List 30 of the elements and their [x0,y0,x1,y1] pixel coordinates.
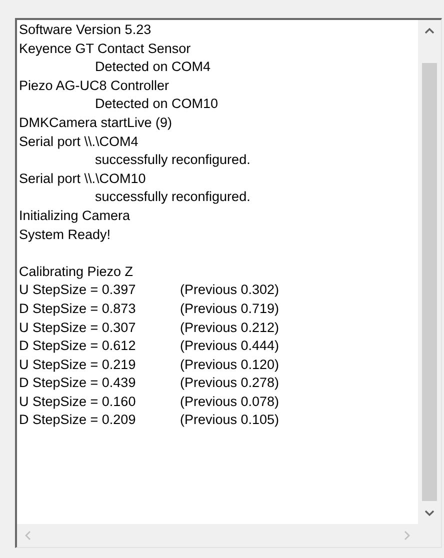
log-line: DMKCamera startLive (9) [19,114,172,132]
log-line: Serial port \\.\COM10 [19,170,146,188]
step-size-text: D StepSize = 0.873 [19,300,137,318]
previous-value-text: (Previous 0.212) [180,318,280,337]
log-line: Serial port \\.\COM4 [19,132,138,151]
step-size-text: U StepSize = 0.397 [19,281,137,300]
log-line: System Ready! [19,226,111,244]
log-line: Calibrating Piezo Z [19,262,134,281]
previous-value-text: (Previous 0.719) [180,300,280,318]
step-size-text: U StepSize = 0.160 [19,392,137,411]
log-line: Software Version 5.23 [19,21,152,39]
previous-value-text: (Previous 0.444) [180,337,280,356]
log-line: Keyence GT Contact Sensor [19,40,191,58]
step-size-text: D StepSize = 0.209 [19,411,137,430]
previous-value-text: (Previous 0.278) [180,374,280,392]
previous-value-text: (Previous 0.302) [180,281,280,300]
log-line: successfully reconfigured. [95,188,250,206]
step-size-text: D StepSize = 0.612 [19,337,137,356]
log-line: Piezo AG-UC8 Controller [19,76,170,95]
previous-value-text: (Previous 0.078) [180,392,280,411]
log-line: Initializing Camera [19,206,130,225]
step-size-text: U StepSize = 0.219 [19,356,137,374]
scrollbar-thumb[interactable] [422,63,437,501]
log-line: Detected on COM10 [95,95,218,114]
log-line: successfully reconfigured. [95,151,250,170]
step-size-text: D StepSize = 0.439 [19,374,137,392]
log-line: Detected on COM4 [95,58,211,76]
previous-value-text: (Previous 0.105) [180,411,280,430]
step-size-text: U StepSize = 0.307 [19,318,137,337]
previous-value-text: (Previous 0.120) [180,356,280,374]
